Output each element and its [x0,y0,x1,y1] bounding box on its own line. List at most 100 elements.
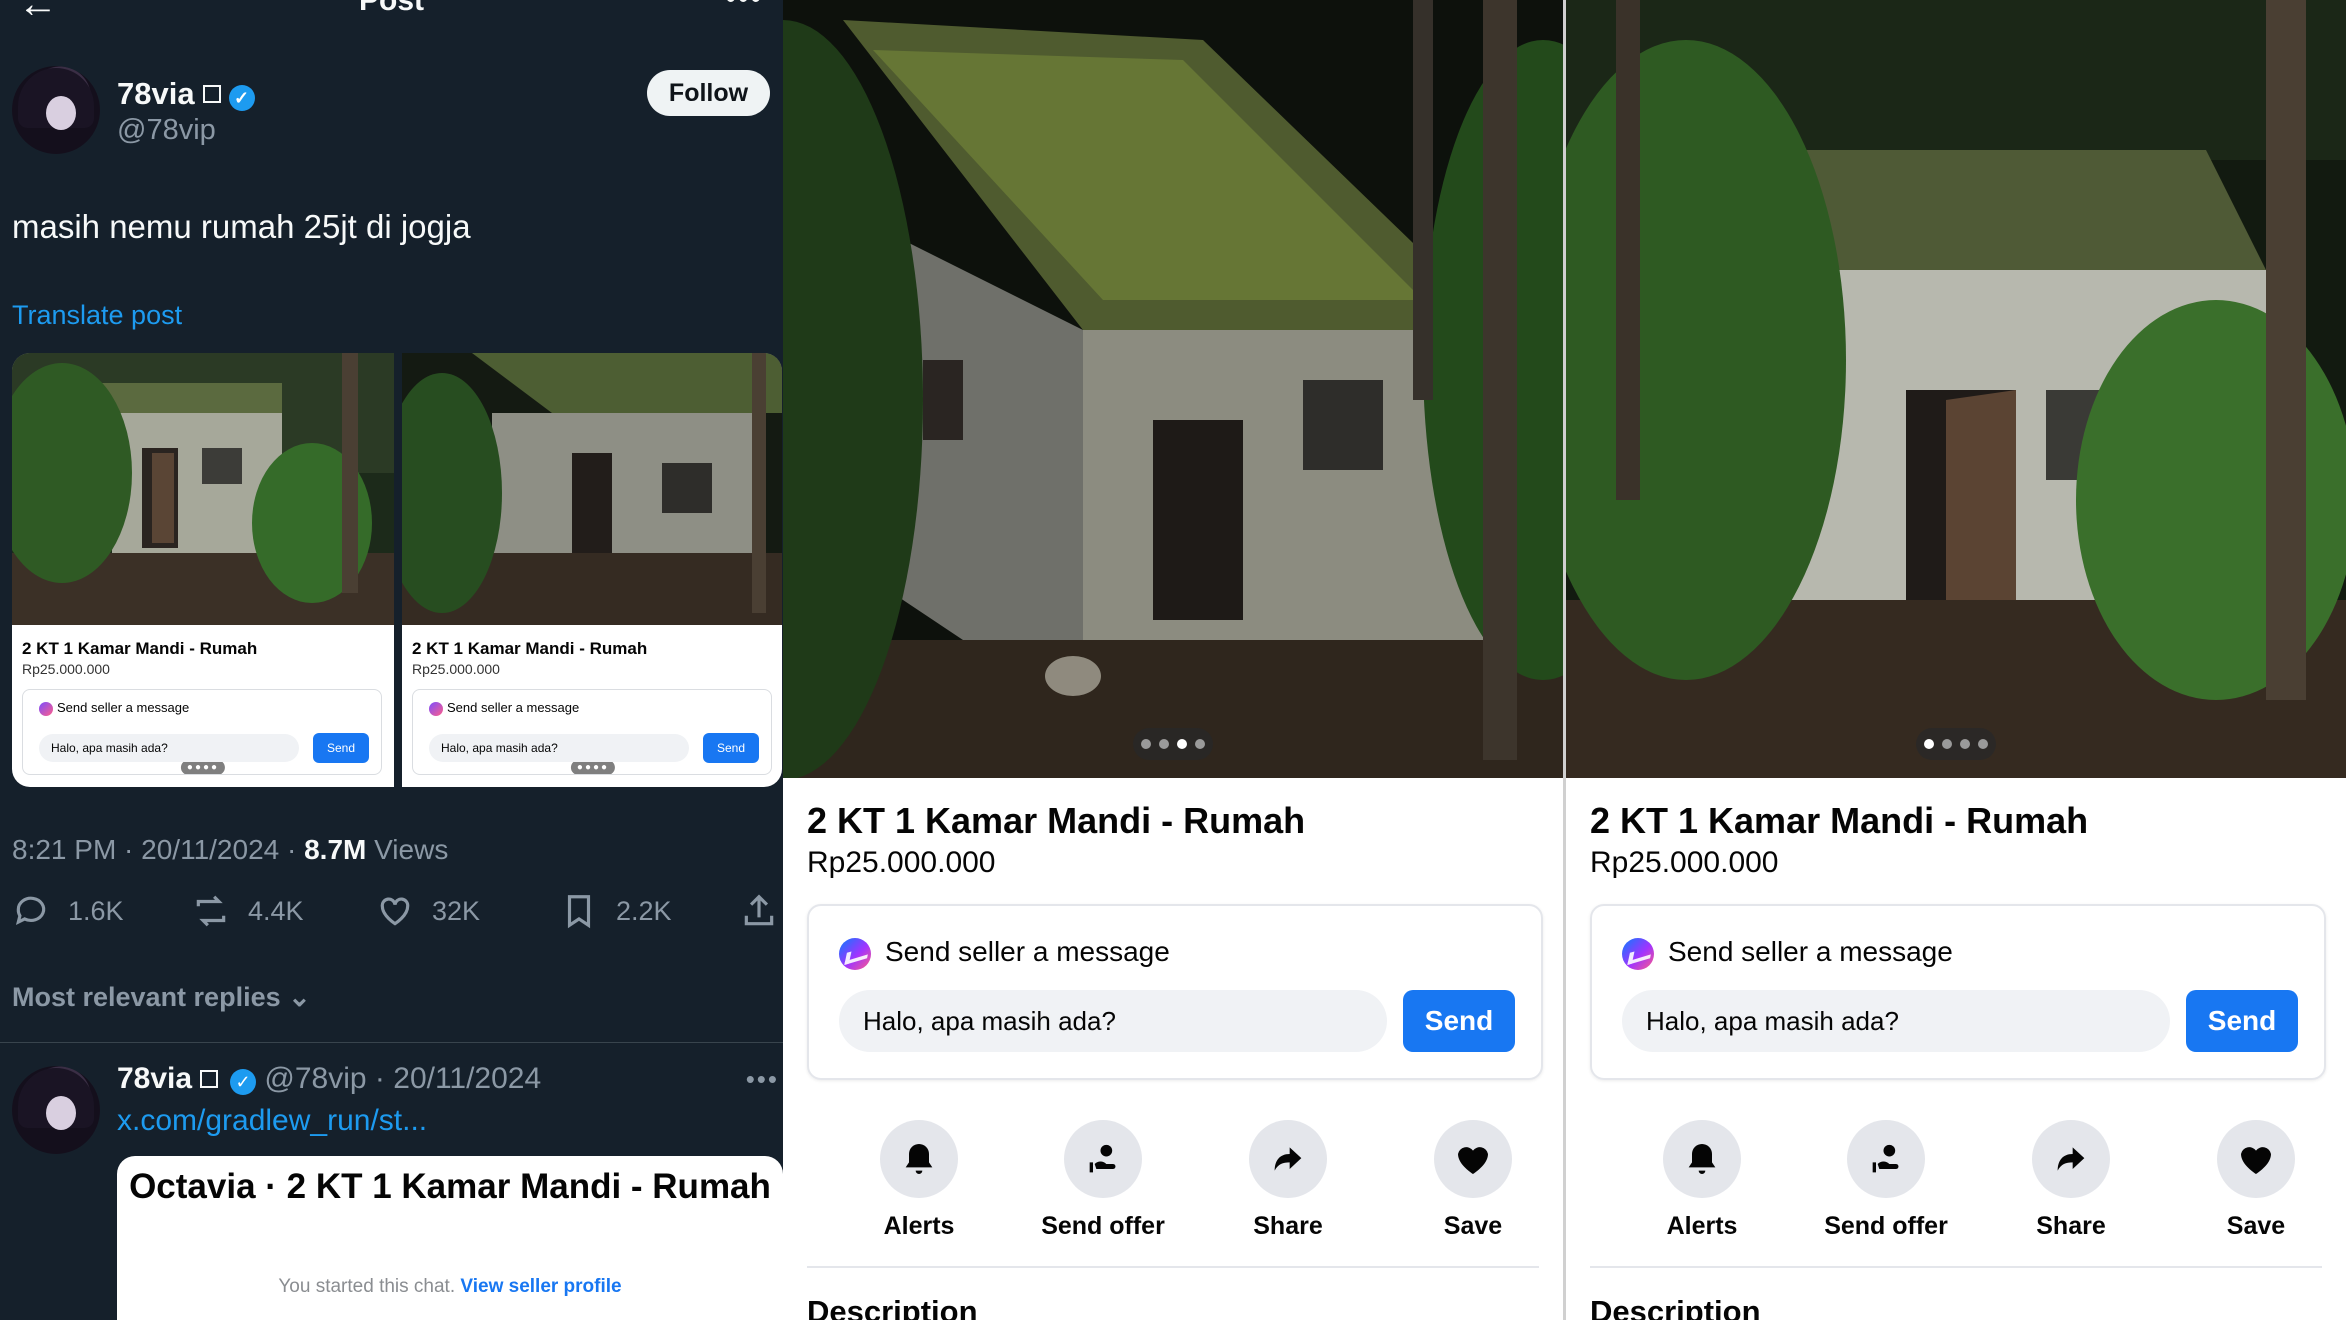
reply-handle-date[interactable]: @78vip · 20/11/2024 [264,1062,541,1095]
thumb-price: Rp25.000.000 [22,661,110,677]
like-button[interactable]: 32K [376,892,480,930]
pager-dot-active [1177,739,1187,749]
share-arrow-icon [1274,1147,1302,1171]
message-label: Send seller a message [1668,936,1953,967]
send-offer-icon [1872,1144,1899,1173]
chevron-down-icon: ⌄ [288,982,311,1012]
heart-icon [1458,1147,1488,1174]
save-button[interactable]: Save [1393,1120,1553,1241]
square-icon [200,1070,219,1088]
thumb-message-box: Send seller a message Halo, apa masih ad… [22,689,382,775]
message-seller-box: Send seller a message Send [807,904,1543,1080]
bell-icon [1688,1144,1716,1174]
reply-icon [15,896,46,926]
messenger-icon [839,938,871,970]
house-photo [783,0,1563,778]
listing-photo[interactable] [1566,0,2346,778]
avatar[interactable] [12,66,100,154]
description-heading: Description [1590,1294,1761,1320]
translate-post-link[interactable]: Translate post [12,300,182,331]
reply-avatar[interactable] [12,1066,100,1154]
heart-icon [380,897,410,926]
house-photo-thumb [402,353,782,625]
house-photo-thumb [12,353,394,625]
pager-dot [1960,739,1970,749]
alerts-button[interactable]: Alerts [1622,1120,1782,1241]
repost-button[interactable]: 4.4K [192,892,304,930]
message-label: Send seller a message [885,936,1170,967]
verified-badge-icon: ✓ [228,85,255,111]
bookmark-icon [567,895,591,929]
views-count[interactable]: 8.7M [304,834,366,865]
card-title: Octavia · 2 KT 1 Kamar Mandi - Rumah [129,1167,771,1206]
view-seller-profile-link[interactable]: View seller profile [460,1276,621,1297]
pager-dot-active [1924,739,1934,749]
listing-price: Rp25.000.000 [1590,846,1779,879]
card-subtitle: You started this chat. View seller profi… [278,1276,622,1297]
send-offer-button[interactable]: Send offer [1023,1120,1183,1241]
thumb-title: 2 KT 1 Kamar Mandi - Rumah [22,639,258,658]
listing-title: 2 KT 1 Kamar Mandi - Rumah [807,800,1306,841]
share-upload-icon [744,894,774,926]
heart-icon [2241,1147,2271,1174]
carousel-pager[interactable] [1133,728,1213,760]
share-arrow-icon [2057,1147,2085,1171]
reply-more-icon[interactable]: ••• [746,1064,779,1095]
more-options-icon[interactable]: ••• [725,0,763,16]
square-icon [202,85,221,103]
x-post-pane: ← Post ••• 78via✓ @78vip Follow masih ne… [0,0,783,1320]
messenger-icon [429,702,443,716]
media-thumb-2[interactable]: ●●●● 2 KT 1 Kamar Mandi - Rumah Rp25.000… [402,353,782,787]
post-header: ← Post ••• [0,0,783,32]
send-offer-button[interactable]: Send offer [1806,1120,1966,1241]
pager-dot [1141,739,1151,749]
thumb-message-box: Send seller a message Halo, apa masih ad… [412,689,772,775]
divider [0,1042,783,1043]
bell-icon [905,1144,933,1174]
save-button[interactable]: Save [2176,1120,2336,1241]
pager-dot [1978,739,1988,749]
pager-dot [1942,739,1952,749]
house-photo [1566,0,2346,778]
message-input[interactable] [839,990,1387,1052]
bookmark-button[interactable]: 2.2K [560,892,672,930]
reply-author-name[interactable]: 78via [117,1062,192,1095]
verified-badge-icon: ✓ [230,1069,257,1095]
carousel-pager[interactable] [1916,728,1996,760]
replies-sort-dropdown[interactable]: Most relevant replies ⌄ [12,982,311,1013]
alerts-button[interactable]: Alerts [839,1120,999,1241]
media-thumb-1[interactable]: ●●●● 2 KT 1 Kamar Mandi - Rumah Rp25.000… [12,353,394,787]
listing-price: Rp25.000.000 [807,846,996,879]
page-title: Post [358,0,424,17]
post-actions: 1.6K 4.4K 32K 2.2K [0,892,783,942]
send-button[interactable]: Send [1403,990,1515,1052]
follow-button[interactable]: Follow [647,70,770,116]
message-seller-box: Send seller a message Send [1590,904,2326,1080]
pager-dot [1195,739,1205,749]
reply-link[interactable]: x.com/gradlew_run/st... [117,1104,427,1138]
repost-icon [196,895,226,927]
share-button[interactable]: Share [1208,1120,1368,1241]
post-text: masih nemu rumah 25jt di jogja [12,208,471,245]
share-button[interactable] [740,892,778,930]
author-handle[interactable]: @78vip [117,114,216,147]
post-meta: 8:21 PM · 20/11/2024 · 8.7M Views [12,834,449,865]
pager-dot [1159,739,1169,749]
message-input[interactable] [1622,990,2170,1052]
marketplace-listing-2: 2 KT 1 Kamar Mandi - Rumah Rp25.000.000 … [1566,0,2346,1320]
author-name[interactable]: 78via ✓ [117,76,255,112]
description-heading: Description [807,1294,978,1320]
reply-button[interactable]: 1.6K [12,892,124,930]
messenger-icon [39,702,53,716]
send-offer-icon [1089,1144,1116,1173]
thumb-price: Rp25.000.000 [412,661,500,677]
post-media-grid[interactable]: ●●●● 2 KT 1 Kamar Mandi - Rumah Rp25.000… [12,353,782,787]
divider [1590,1266,2322,1268]
listing-photo[interactable] [783,0,1563,778]
send-button[interactable]: Send [2186,990,2298,1052]
reply-screenshot-card[interactable]: Octavia · 2 KT 1 Kamar Mandi - Rumah You… [117,1156,783,1320]
share-button[interactable]: Share [1991,1120,2151,1241]
marketplace-listing-1: 2 KT 1 Kamar Mandi - Rumah Rp25.000.000 … [783,0,1563,1320]
reply-header: 78via ✓ @78vip · 20/11/2024 [117,1062,541,1096]
thumb-title: 2 KT 1 Kamar Mandi - Rumah [412,639,648,658]
